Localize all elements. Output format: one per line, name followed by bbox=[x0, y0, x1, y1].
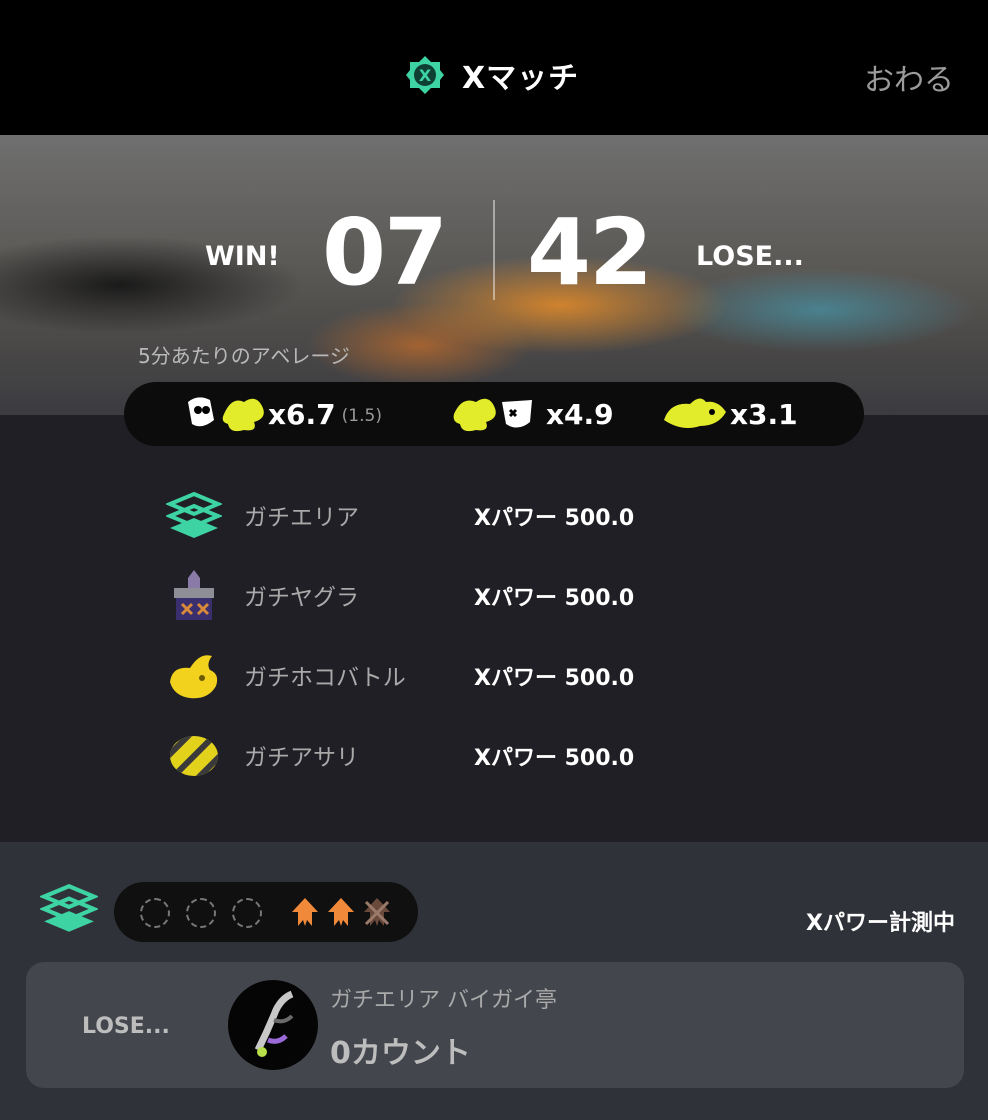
loss-squid-icon bbox=[364, 898, 390, 926]
top-bar: X Xマッチ おわる bbox=[0, 0, 988, 135]
mode-x-power: Xパワー 500.0 bbox=[474, 506, 635, 531]
svg-text:X: X bbox=[419, 66, 432, 85]
mode-x-power: Xパワー 500.0 bbox=[474, 666, 635, 691]
splat-zones-icon bbox=[40, 883, 98, 932]
mode-row-rainmaker: ガチホコバトル Xパワー 500.0 bbox=[0, 638, 988, 708]
win-squid-icon bbox=[328, 898, 354, 926]
empty-slot-icon bbox=[232, 898, 262, 928]
kills-value: x6.7 bbox=[268, 397, 336, 431]
series-progress bbox=[114, 882, 418, 942]
deaths-value: x4.9 bbox=[546, 397, 614, 431]
win-squid-icon bbox=[292, 898, 318, 926]
specials-stat: x3.1 bbox=[660, 390, 798, 438]
battle-result-label: LOSE... bbox=[82, 1014, 170, 1039]
mode-x-power: Xパワー 500.0 bbox=[474, 586, 635, 611]
mode-name: ガチホコバトル bbox=[244, 665, 406, 691]
tower-control-icon bbox=[174, 570, 214, 620]
battle-count: 0カウント bbox=[330, 1036, 471, 1071]
kills-stat: x6.7 (1.5) bbox=[184, 390, 382, 438]
battle-stage-name: ガチエリア バイガイ亭 bbox=[330, 988, 557, 1013]
mode-row-clam-blitz: ガチアサリ Xパワー 500.0 bbox=[0, 718, 988, 788]
last-battle-card[interactable]: LOSE... ガチエリア バイガイ亭 0カウント bbox=[26, 962, 964, 1088]
kills-assist-value: (1.5) bbox=[341, 406, 382, 426]
mode-name: ガチヤグラ bbox=[244, 585, 359, 611]
score-divider bbox=[493, 200, 495, 300]
clam-blitz-icon bbox=[170, 736, 218, 776]
mode-row-tower-control: ガチヤグラ Xパワー 500.0 bbox=[0, 558, 988, 628]
header-title-group: X Xマッチ bbox=[404, 54, 579, 96]
death-icon bbox=[453, 398, 532, 432]
x-power-status: Xパワー計測中 bbox=[806, 911, 955, 936]
mode-name: ガチエリア bbox=[244, 505, 359, 531]
mode-x-power: Xパワー 500.0 bbox=[474, 746, 635, 771]
splat-zones-icon bbox=[166, 491, 222, 538]
kill-icon bbox=[188, 397, 264, 432]
empty-slot-icon bbox=[140, 898, 170, 928]
deaths-stat: x4.9 bbox=[450, 390, 614, 438]
empty-slot-icon bbox=[186, 898, 216, 928]
page-title: Xマッチ bbox=[462, 61, 580, 96]
special-icon bbox=[664, 398, 726, 428]
weapon-avatar bbox=[228, 980, 318, 1070]
lose-label: LOSE... bbox=[696, 241, 804, 272]
weapon-icon bbox=[254, 990, 294, 1057]
average-stat-bar: x6.7 (1.5) x4.9 x3.1 bbox=[124, 382, 864, 446]
specials-value: x3.1 bbox=[730, 397, 798, 431]
x-match-icon: X bbox=[406, 56, 444, 94]
end-button[interactable]: おわる bbox=[864, 55, 954, 99]
win-count: 07 bbox=[322, 199, 448, 306]
rainmaker-icon bbox=[170, 655, 218, 699]
mode-name: ガチアサリ bbox=[244, 745, 359, 771]
lose-count: 42 bbox=[527, 199, 653, 306]
mode-row-splat-zones: ガチエリア Xパワー 500.0 bbox=[0, 478, 988, 548]
average-label: 5分あたりのアベレージ bbox=[138, 344, 350, 368]
win-label: WIN! bbox=[205, 241, 280, 272]
